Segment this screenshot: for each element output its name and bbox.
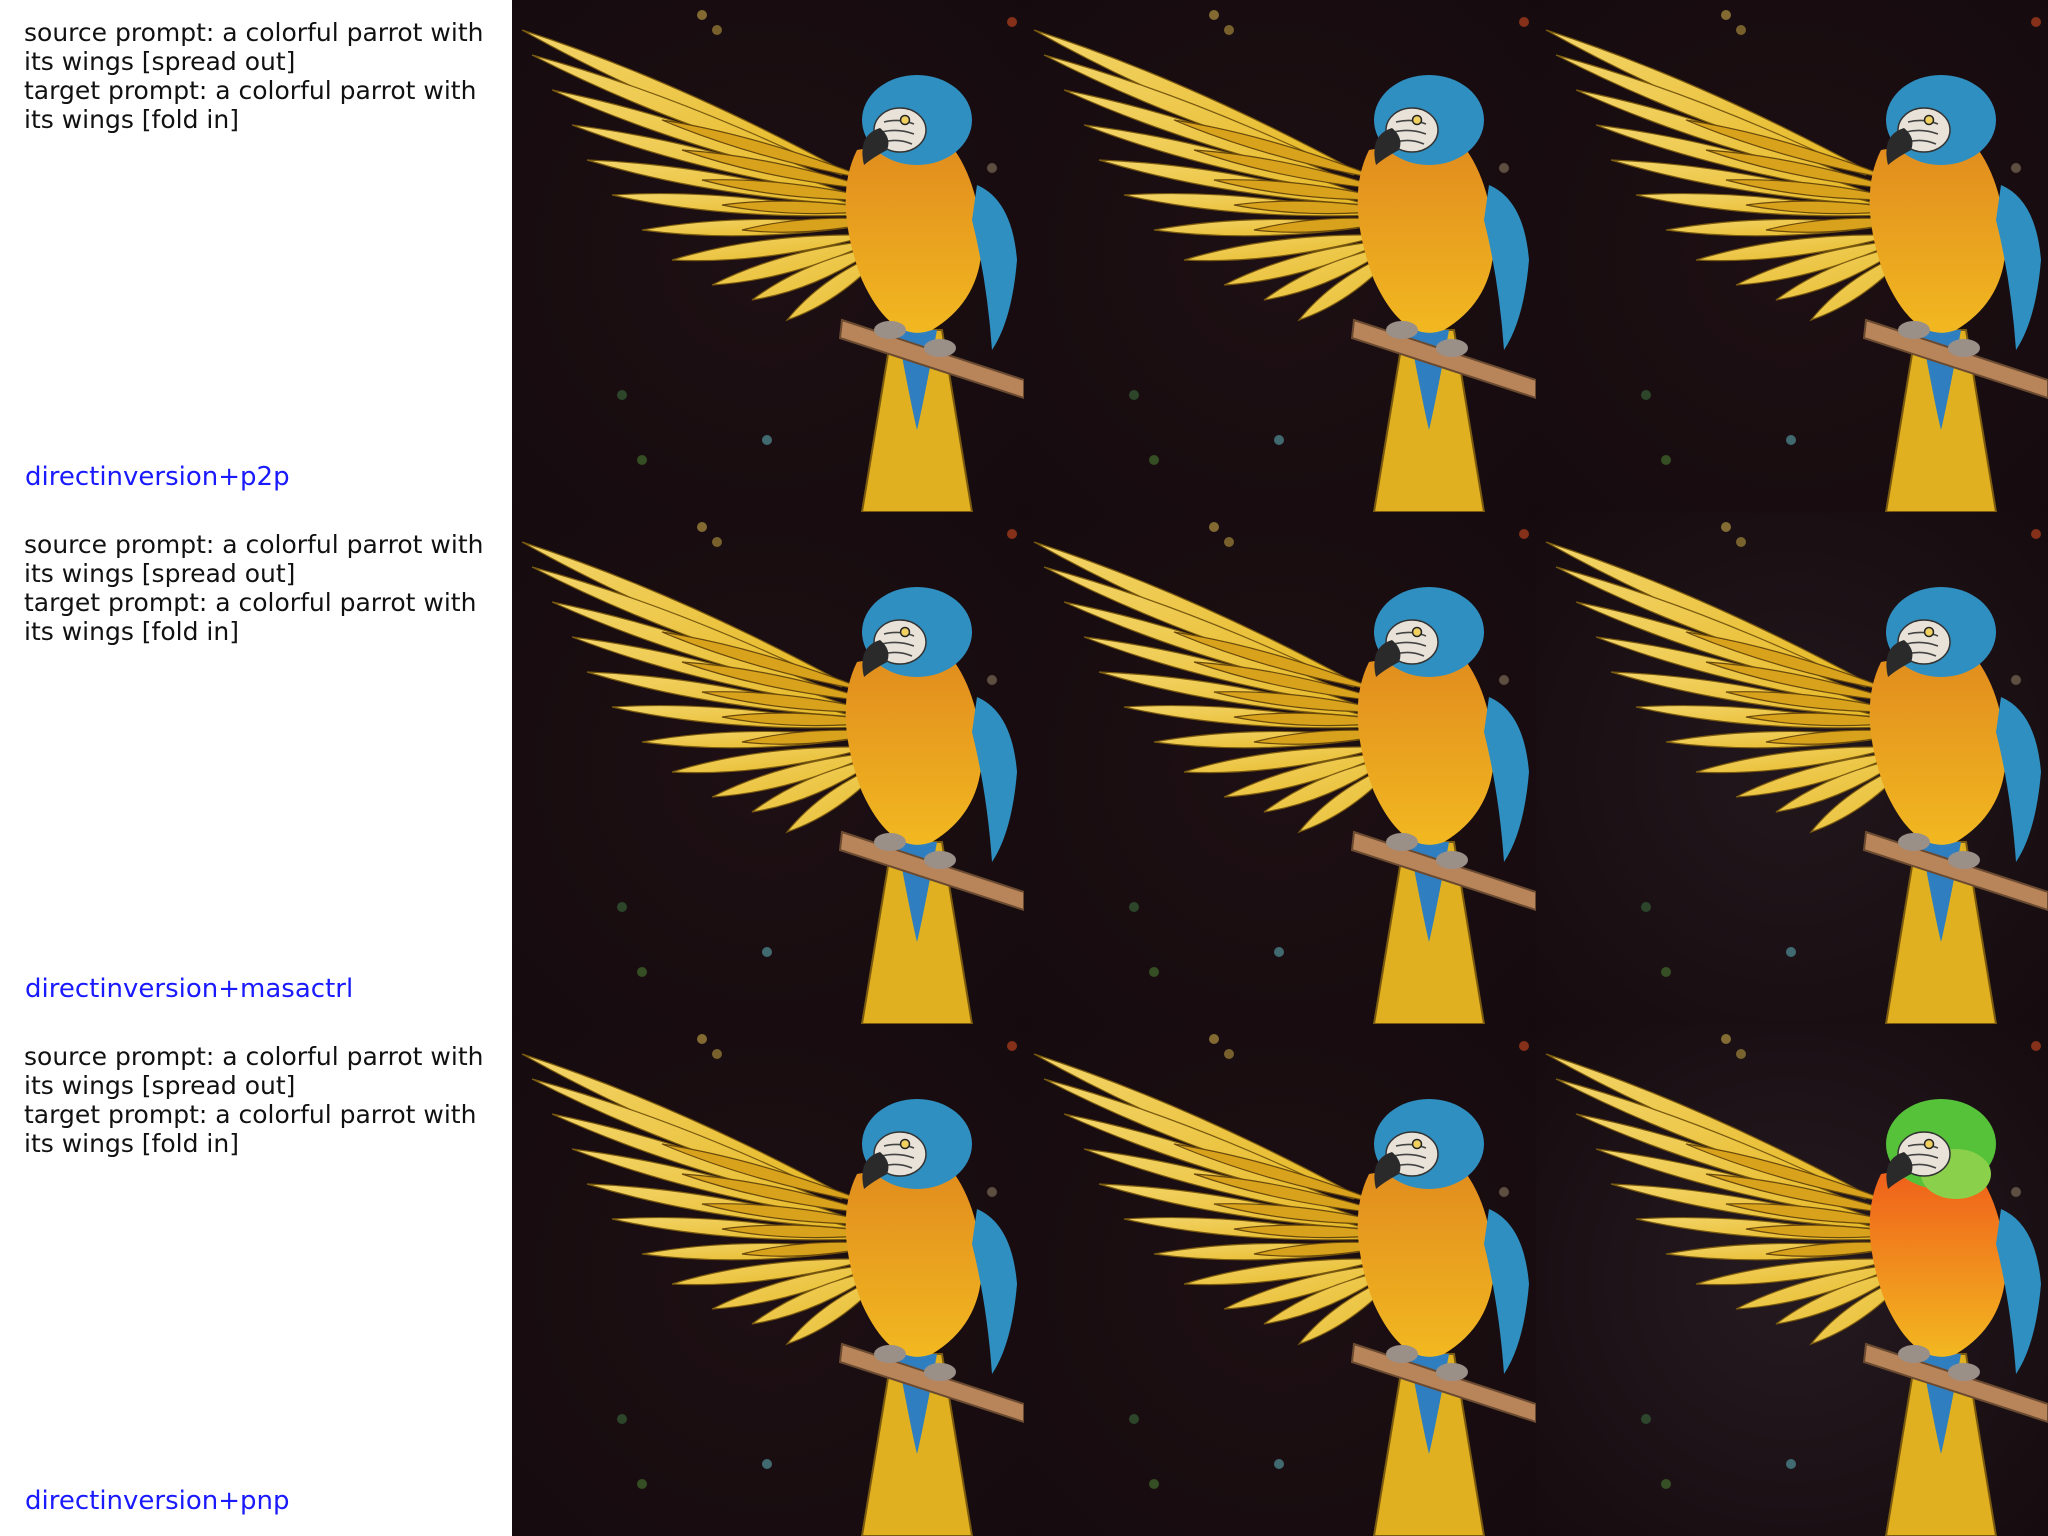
method-row-p2p: source prompt: a colorful parrot with it… (0, 0, 2048, 512)
result-image-edit-1 (1024, 1024, 1536, 1536)
result-image-source (512, 1024, 1024, 1536)
result-image-source (512, 512, 1024, 1024)
row-label-cell: source prompt: a colorful parrot with it… (0, 1024, 512, 1536)
parrot-image (1024, 1024, 1536, 1536)
parrot-image (1536, 1024, 2048, 1536)
parrot-image (1024, 0, 1536, 512)
result-image-edit-1 (1024, 0, 1536, 512)
method-row-masactrl: source prompt: a colorful parrot with it… (0, 512, 2048, 1024)
parrot-image (1536, 512, 2048, 1024)
parrot-image (512, 0, 1024, 512)
comparison-grid: source prompt: a colorful parrot with it… (0, 0, 2048, 1536)
result-image-edit-1 (1024, 512, 1536, 1024)
result-image-edit-2 (1536, 512, 2048, 1024)
result-image-source (512, 0, 1024, 512)
prompt-text: source prompt: a colorful parrot with it… (24, 1042, 484, 1158)
method-label: directinversion+p2p (25, 462, 290, 492)
method-label: directinversion+masactrl (25, 974, 354, 1004)
row-label-cell: source prompt: a colorful parrot with it… (0, 512, 512, 1024)
row-label-cell: source prompt: a colorful parrot with it… (0, 0, 512, 512)
parrot-image (1536, 0, 2048, 512)
parrot-image (512, 512, 1024, 1024)
result-image-edit-2 (1536, 1024, 2048, 1536)
parrot-image (512, 1024, 1024, 1536)
method-row-pnp: source prompt: a colorful parrot with it… (0, 1024, 2048, 1536)
prompt-text: source prompt: a colorful parrot with it… (24, 18, 484, 134)
parrot-image (1024, 512, 1536, 1024)
method-label: directinversion+pnp (25, 1486, 290, 1516)
result-image-edit-2 (1536, 0, 2048, 512)
prompt-text: source prompt: a colorful parrot with it… (24, 530, 484, 646)
